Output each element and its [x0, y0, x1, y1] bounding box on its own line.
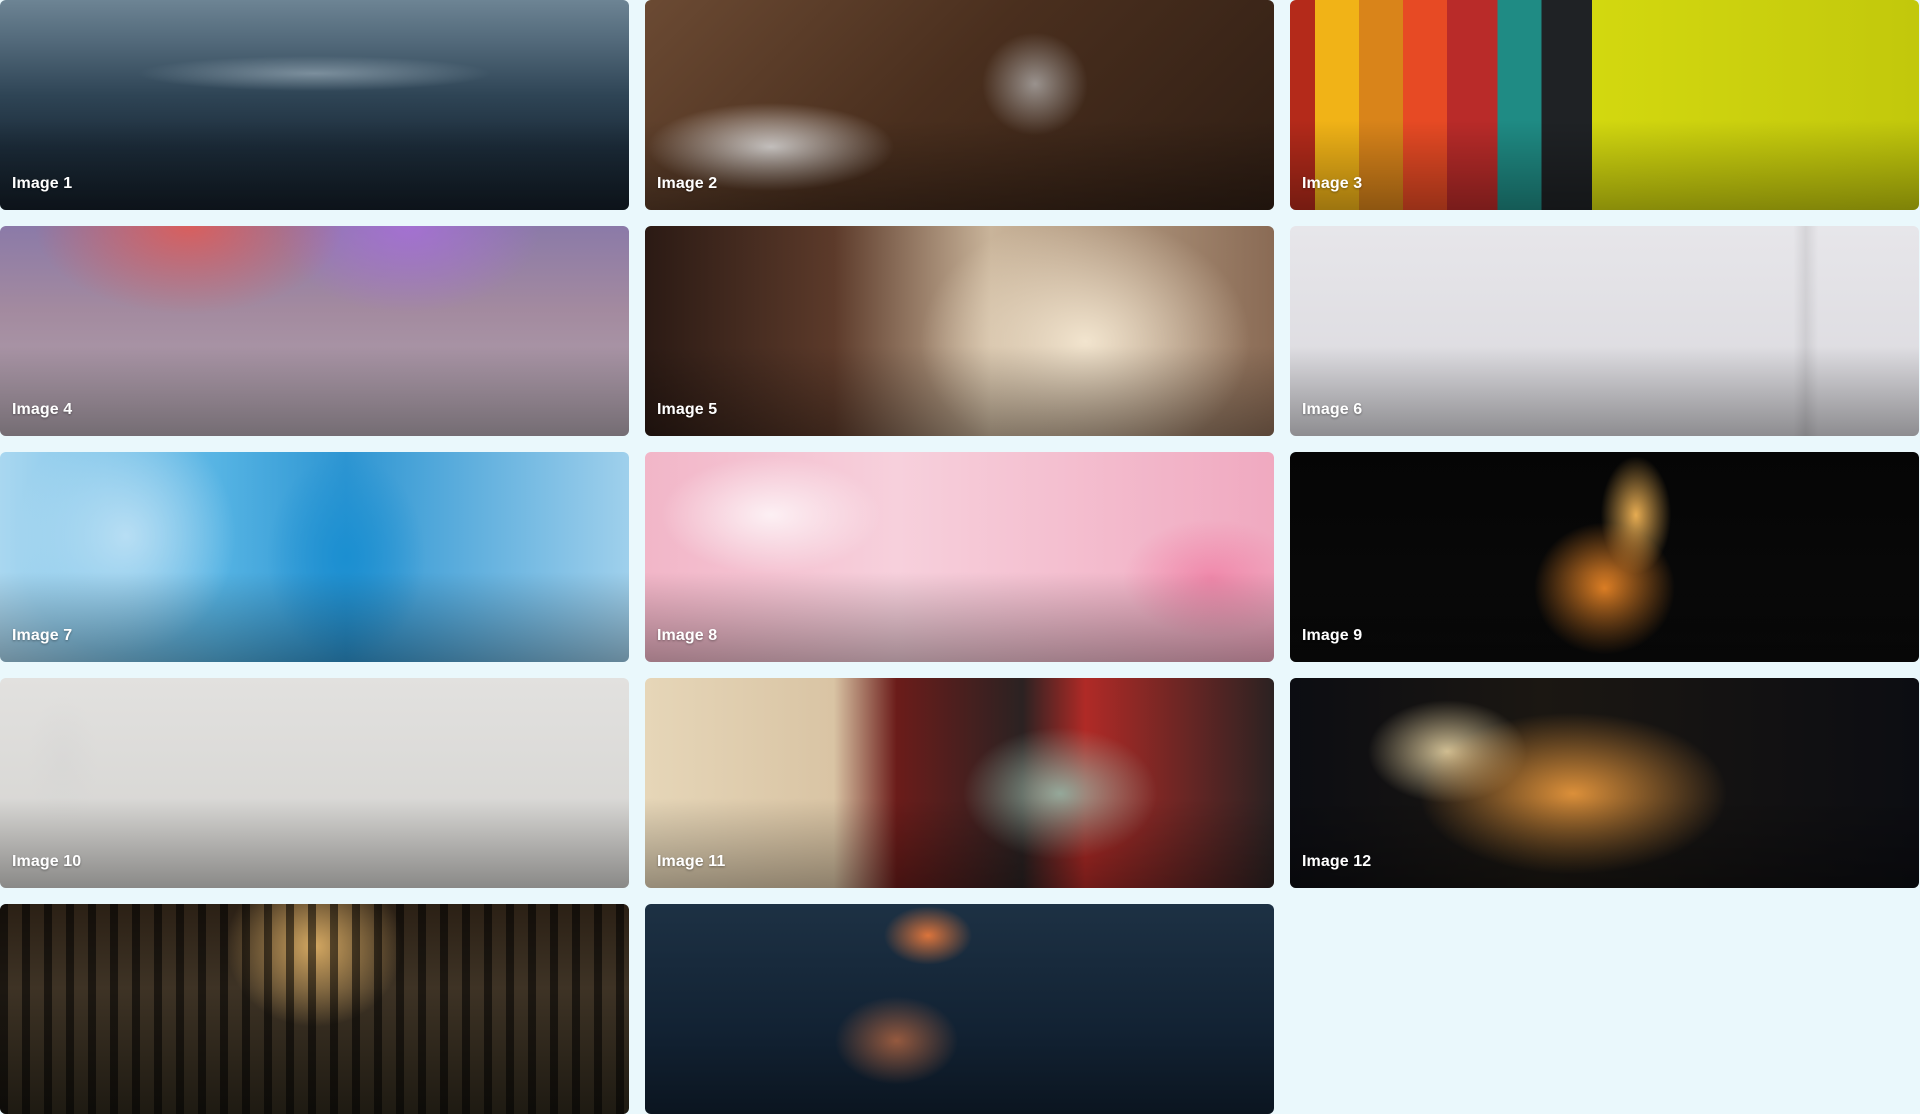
- gallery-tile-6[interactable]: Image 6: [1290, 226, 1919, 436]
- caption-shade: [645, 572, 1274, 662]
- caption-shade: [1290, 798, 1919, 888]
- caption-shade: [0, 572, 629, 662]
- caption-shade: [1290, 572, 1919, 662]
- image-caption: Image 11: [657, 853, 726, 870]
- image-caption: Image 8: [657, 627, 718, 644]
- caption-shade: [645, 346, 1274, 436]
- gallery-tile-9[interactable]: Image 9: [1290, 452, 1919, 662]
- image-caption: Image 12: [1302, 853, 1372, 870]
- gallery-tile-8[interactable]: Image 8: [645, 452, 1274, 662]
- image-caption: Image 5: [657, 401, 718, 418]
- gallery-tile-7[interactable]: Image 7: [0, 452, 629, 662]
- caption-shade: [645, 798, 1274, 888]
- caption-shade: [645, 120, 1274, 210]
- gallery-tile-5[interactable]: Image 5: [645, 226, 1274, 436]
- image-caption: Image 6: [1302, 401, 1363, 418]
- gallery-tile-14[interactable]: [645, 904, 1274, 1114]
- image-caption: Image 7: [12, 627, 73, 644]
- image-caption: Image 4: [12, 401, 73, 418]
- caption-shade: [0, 120, 629, 210]
- caption-shade: [1290, 346, 1919, 436]
- image-caption: Image 3: [1302, 175, 1363, 192]
- caption-shade: [0, 346, 629, 436]
- caption-shade: [1290, 120, 1919, 210]
- gallery-tile-4[interactable]: Image 4: [0, 226, 629, 436]
- image-caption: Image 9: [1302, 627, 1363, 644]
- gallery-tile-13[interactable]: [0, 904, 629, 1114]
- gallery-tile-12[interactable]: Image 12: [1290, 678, 1919, 888]
- image-gallery: Image 1 Image 2 Image 3 Image 4 Image 5 …: [0, 0, 1920, 1114]
- image-caption: Image 1: [12, 175, 73, 192]
- gallery-tile-11[interactable]: Image 11: [645, 678, 1274, 888]
- gallery-tile-10[interactable]: Image 10: [0, 678, 629, 888]
- image-13-thumbnail: [0, 904, 629, 1114]
- gallery-tile-1[interactable]: Image 1: [0, 0, 629, 210]
- image-caption: Image 2: [657, 175, 718, 192]
- caption-shade: [0, 798, 629, 888]
- image-caption: Image 10: [12, 853, 82, 870]
- gallery-tile-2[interactable]: Image 2: [645, 0, 1274, 210]
- image-14-thumbnail: [645, 904, 1274, 1114]
- gallery-tile-3[interactable]: Image 3: [1290, 0, 1919, 210]
